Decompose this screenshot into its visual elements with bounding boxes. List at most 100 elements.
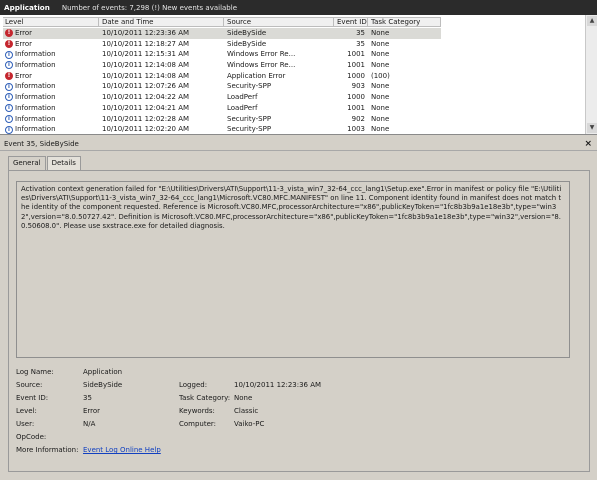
info-icon: i bbox=[5, 93, 13, 102]
event-row[interactable]: i Information 10/10/2011 12:14:08 AM Window… bbox=[3, 60, 441, 71]
level-cell: i Information bbox=[3, 114, 99, 125]
task-category-cell: None bbox=[371, 125, 390, 134]
event-row[interactable]: i Information 10/10/2011 12:07:26 AM Securi… bbox=[3, 81, 441, 92]
error-icon: ! bbox=[5, 40, 13, 49]
computer-value: Vaiko-PC bbox=[234, 420, 265, 428]
tab-general[interactable]: General bbox=[8, 156, 46, 171]
event-row[interactable]: i Information 10/10/2011 12:02:20 AM Securi… bbox=[3, 124, 441, 135]
date-cell: 10/10/2011 12:02:28 AM bbox=[102, 114, 190, 123]
level-text: Information bbox=[15, 82, 56, 91]
task-category-cell: None bbox=[371, 103, 390, 112]
level-value: Error bbox=[83, 407, 101, 415]
logged-value: 10/10/2011 12:23:36 AM bbox=[234, 381, 322, 389]
user-label: User: bbox=[16, 420, 35, 428]
task-category-cell: None bbox=[371, 50, 390, 59]
task-category-cell: None bbox=[371, 29, 390, 37]
event-row[interactable]: i Information 10/10/2011 12:15:31 AM Window… bbox=[3, 49, 441, 60]
event-id-cell: 1003 bbox=[347, 125, 365, 134]
info-icon: i bbox=[5, 61, 13, 70]
date-cell: 10/10/2011 12:18:27 AM bbox=[102, 39, 190, 48]
task-category-cell: None bbox=[371, 61, 390, 70]
level-text: Information bbox=[15, 61, 56, 70]
column-level[interactable]: Level bbox=[3, 18, 99, 27]
event-row[interactable]: i Information 10/10/2011 12:02:28 AM Securi… bbox=[3, 114, 441, 125]
source-cell: Security-SPP bbox=[227, 125, 272, 134]
event-row[interactable]: i Information 10/10/2011 12:04:21 AM LoadPe… bbox=[3, 103, 441, 114]
task-category-cell: None bbox=[371, 39, 390, 48]
task-category-cell: None bbox=[371, 93, 390, 102]
event-log-help-link[interactable]: Event Log Online Help bbox=[83, 446, 161, 454]
event-row[interactable]: ! Error 10/10/2011 12:23:36 AM SideBySide 35… bbox=[3, 28, 441, 39]
date-cell: 10/10/2011 12:07:26 AM bbox=[102, 82, 190, 91]
info-icon: i bbox=[5, 104, 13, 113]
column-task-category[interactable]: Task Category bbox=[368, 18, 441, 27]
column-date[interactable]: Date and Time bbox=[99, 18, 224, 27]
column-event-id[interactable]: Event ID bbox=[334, 18, 368, 27]
level-cell: i Information bbox=[3, 92, 99, 103]
level-cell: ! Error bbox=[3, 28, 99, 39]
event-id-cell: 35 bbox=[356, 39, 365, 48]
level-label: Level: bbox=[16, 407, 37, 415]
detail-title: Event 35, SideBySide bbox=[4, 140, 79, 148]
task-category-cell: None bbox=[371, 114, 390, 123]
source-cell: Security-SPP bbox=[227, 114, 272, 123]
date-cell: 10/10/2011 12:23:36 AM bbox=[102, 29, 190, 37]
source-cell: Windows Error Re... bbox=[227, 50, 296, 59]
event-id-value: 35 bbox=[83, 394, 92, 402]
task-category-cell: None bbox=[371, 82, 390, 91]
event-id-label: Event ID: bbox=[16, 394, 49, 402]
date-cell: 10/10/2011 12:14:08 AM bbox=[102, 71, 190, 80]
task-category-cell: (100) bbox=[371, 71, 390, 80]
scroll-up-icon[interactable]: ▲ bbox=[587, 16, 597, 26]
event-properties: Log Name: Application Source: SideBySide… bbox=[16, 368, 576, 468]
level-cell: i Information bbox=[3, 49, 99, 60]
event-row[interactable]: i Information 10/10/2011 12:04:22 AM LoadPe… bbox=[3, 92, 441, 103]
event-id-cell: 1000 bbox=[347, 71, 365, 80]
detail-header: Event 35, SideBySide × bbox=[0, 138, 597, 151]
level-text: Information bbox=[15, 50, 56, 59]
level-text: Information bbox=[15, 103, 56, 112]
source-cell: Security-SPP bbox=[227, 82, 272, 91]
event-description[interactable]: Activation context generation failed for… bbox=[16, 181, 570, 358]
event-count: Number of events: 7,298 (!) New events a… bbox=[61, 3, 237, 12]
source-value: SideBySide bbox=[83, 381, 123, 389]
tab-details[interactable]: Details bbox=[46, 156, 81, 170]
error-icon: ! bbox=[5, 29, 13, 38]
event-id-cell: 1001 bbox=[347, 50, 365, 59]
event-id-cell: 903 bbox=[351, 82, 365, 91]
level-cell: ! Error bbox=[3, 39, 99, 50]
info-icon: i bbox=[5, 82, 13, 91]
logged-label: Logged: bbox=[179, 381, 208, 389]
keywords-value: Classic bbox=[234, 407, 259, 415]
event-id-cell: 1001 bbox=[347, 61, 365, 70]
source-label: Source: bbox=[16, 381, 43, 389]
log-title: Application bbox=[4, 3, 50, 12]
level-cell: i Information bbox=[3, 103, 99, 114]
level-text: Information bbox=[15, 125, 56, 134]
level-text: Error bbox=[15, 71, 33, 80]
general-panel: Activation context generation failed for… bbox=[8, 170, 590, 472]
source-cell: SideBySide bbox=[227, 39, 267, 48]
list-scrollbar[interactable]: ▲ ▼ bbox=[585, 15, 597, 134]
level-cell: ! Error bbox=[3, 71, 99, 82]
computer-label: Computer: bbox=[179, 420, 217, 428]
error-icon: ! bbox=[5, 72, 13, 81]
log-name-value: Application bbox=[83, 368, 123, 376]
level-text: Error bbox=[15, 29, 33, 37]
info-icon: i bbox=[5, 50, 13, 59]
level-cell: i Information bbox=[3, 124, 99, 135]
date-cell: 10/10/2011 12:15:31 AM bbox=[102, 50, 190, 59]
info-icon: i bbox=[5, 114, 13, 123]
column-source[interactable]: Source bbox=[224, 18, 334, 27]
source-cell: Application Error bbox=[227, 71, 286, 80]
date-cell: 10/10/2011 12:04:22 AM bbox=[102, 93, 190, 102]
event-id-cell: 35 bbox=[356, 29, 365, 37]
scroll-down-icon[interactable]: ▼ bbox=[587, 123, 597, 133]
event-list[interactable]: Level Date and Time Source Event ID Task… bbox=[0, 15, 597, 135]
close-icon[interactable]: × bbox=[584, 139, 592, 149]
event-row[interactable]: ! Error 10/10/2011 12:18:27 AM SideBySide 35… bbox=[3, 39, 441, 50]
level-text: Error bbox=[15, 39, 33, 48]
opcode-label: OpCode: bbox=[16, 433, 47, 441]
level-text: Information bbox=[15, 114, 56, 123]
event-row[interactable]: ! Error 10/10/2011 12:14:08 AM Application … bbox=[3, 71, 441, 82]
